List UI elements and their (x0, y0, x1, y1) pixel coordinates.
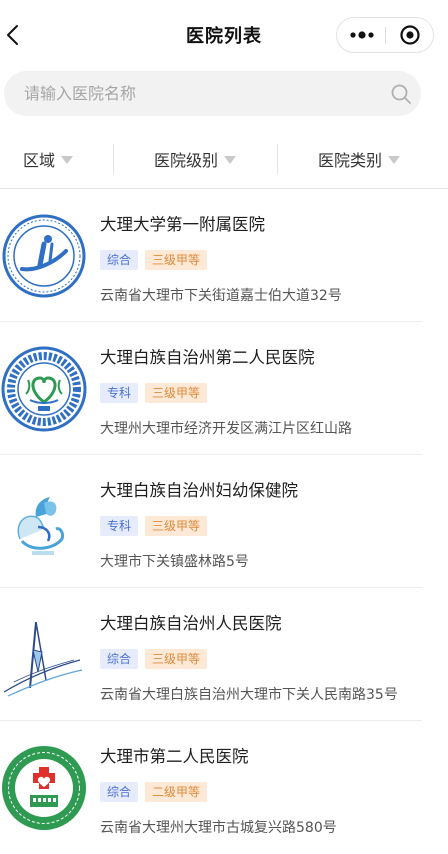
hospital-type-badge: 综合 (100, 649, 139, 669)
hospital-list-item[interactable]: 大理大学第一附属医院 综合 三级甲等 云南省大理市下关街道嘉士伯大道32号 (0, 189, 422, 322)
hospital-tags: 专科 三级甲等 (100, 516, 214, 536)
search-icon[interactable] (390, 83, 412, 105)
hospital-name: 大理市第二人民医院 (100, 747, 249, 766)
search-input[interactable] (24, 71, 374, 116)
hospital-address: 云南省大理州大理市古城复兴路580号 (100, 820, 337, 836)
hospital-list-item[interactable]: 大理市第二人民医院 综合 二级甲等 云南省大理州大理市古城复兴路580号 (0, 721, 422, 854)
hospital-address: 大理市下关镇盛林路5号 (100, 554, 249, 570)
hospital-type-badge: 专科 (100, 516, 139, 536)
caret-down-icon (224, 156, 237, 164)
hospital-logo-icon (3, 621, 83, 697)
hospital-address: 云南省大理市下关街道嘉士伯大道32号 (100, 288, 342, 304)
hospital-tags: 综合 三级甲等 (100, 250, 214, 270)
hospital-tags: 综合 三级甲等 (100, 649, 214, 669)
hospital-name: 大理大学第一附属医院 (100, 215, 265, 234)
hospital-address: 云南省大理白族自治州大理市下关人民南路35号 (100, 687, 398, 703)
close-mini-program-button[interactable] (386, 18, 434, 52)
hospital-tags: 专科 三级甲等 (100, 383, 214, 403)
more-button[interactable] (337, 18, 386, 52)
hospital-grade-badge: 三级甲等 (145, 649, 208, 669)
hospital-name: 大理白族自治州第二人民医院 (100, 348, 315, 367)
mini-program-capsule (336, 17, 434, 53)
hospital-type-badge: 专科 (100, 383, 139, 403)
filter-level-label: 医院级别 (154, 151, 219, 170)
filter-region[interactable]: 区域 (23, 132, 74, 186)
search-bar (4, 71, 421, 116)
navigation-bar: 医院列表 (0, 0, 448, 68)
hospital-logo-icon (2, 746, 86, 830)
filter-divider (277, 144, 278, 174)
target-close-icon (400, 25, 420, 45)
hospital-list-item[interactable]: 大理白族自治州第二人民医院 专科 三级甲等 大理州大理市经济开发区满江片区红山路 (0, 322, 422, 455)
hospital-tags: 综合 二级甲等 (100, 782, 214, 802)
hospital-logo-icon (17, 497, 64, 555)
hospital-address: 大理州大理市经济开发区满江片区红山路 (100, 421, 352, 437)
caret-down-icon (61, 156, 74, 164)
filter-category-label: 医院类别 (318, 151, 383, 170)
hospital-grade-badge: 三级甲等 (145, 516, 208, 536)
hospital-list-item[interactable]: 大理白族自治州人民医院 综合 三级甲等 云南省大理白族自治州大理市下关人民南路35… (0, 588, 422, 721)
hospital-name: 大理白族自治州妇幼保健院 (100, 481, 298, 500)
hospital-list-item[interactable]: 大理白族自治州妇幼保健院 专科 三级甲等 大理市下关镇盛林路5号 (0, 455, 422, 588)
hospital-logo-icon (2, 214, 86, 298)
hospital-grade-badge: 三级甲等 (145, 383, 208, 403)
hospital-name: 大理白族自治州人民医院 (100, 614, 282, 633)
hospital-grade-badge: 三级甲等 (145, 250, 208, 270)
filter-hospital-category[interactable]: 医院类别 (318, 132, 401, 186)
hospital-grade-badge: 二级甲等 (145, 782, 208, 802)
hospital-logo-icon (1, 346, 87, 432)
caret-down-icon (388, 156, 401, 164)
hospital-type-badge: 综合 (100, 250, 139, 270)
hospital-type-badge: 综合 (100, 782, 139, 802)
filter-region-label: 区域 (23, 151, 56, 170)
filter-bar: 区域 医院级别 医院类别 (0, 132, 448, 186)
filter-divider (113, 144, 114, 174)
more-dots-icon (350, 31, 374, 39)
filter-hospital-level[interactable]: 医院级别 (154, 132, 237, 186)
